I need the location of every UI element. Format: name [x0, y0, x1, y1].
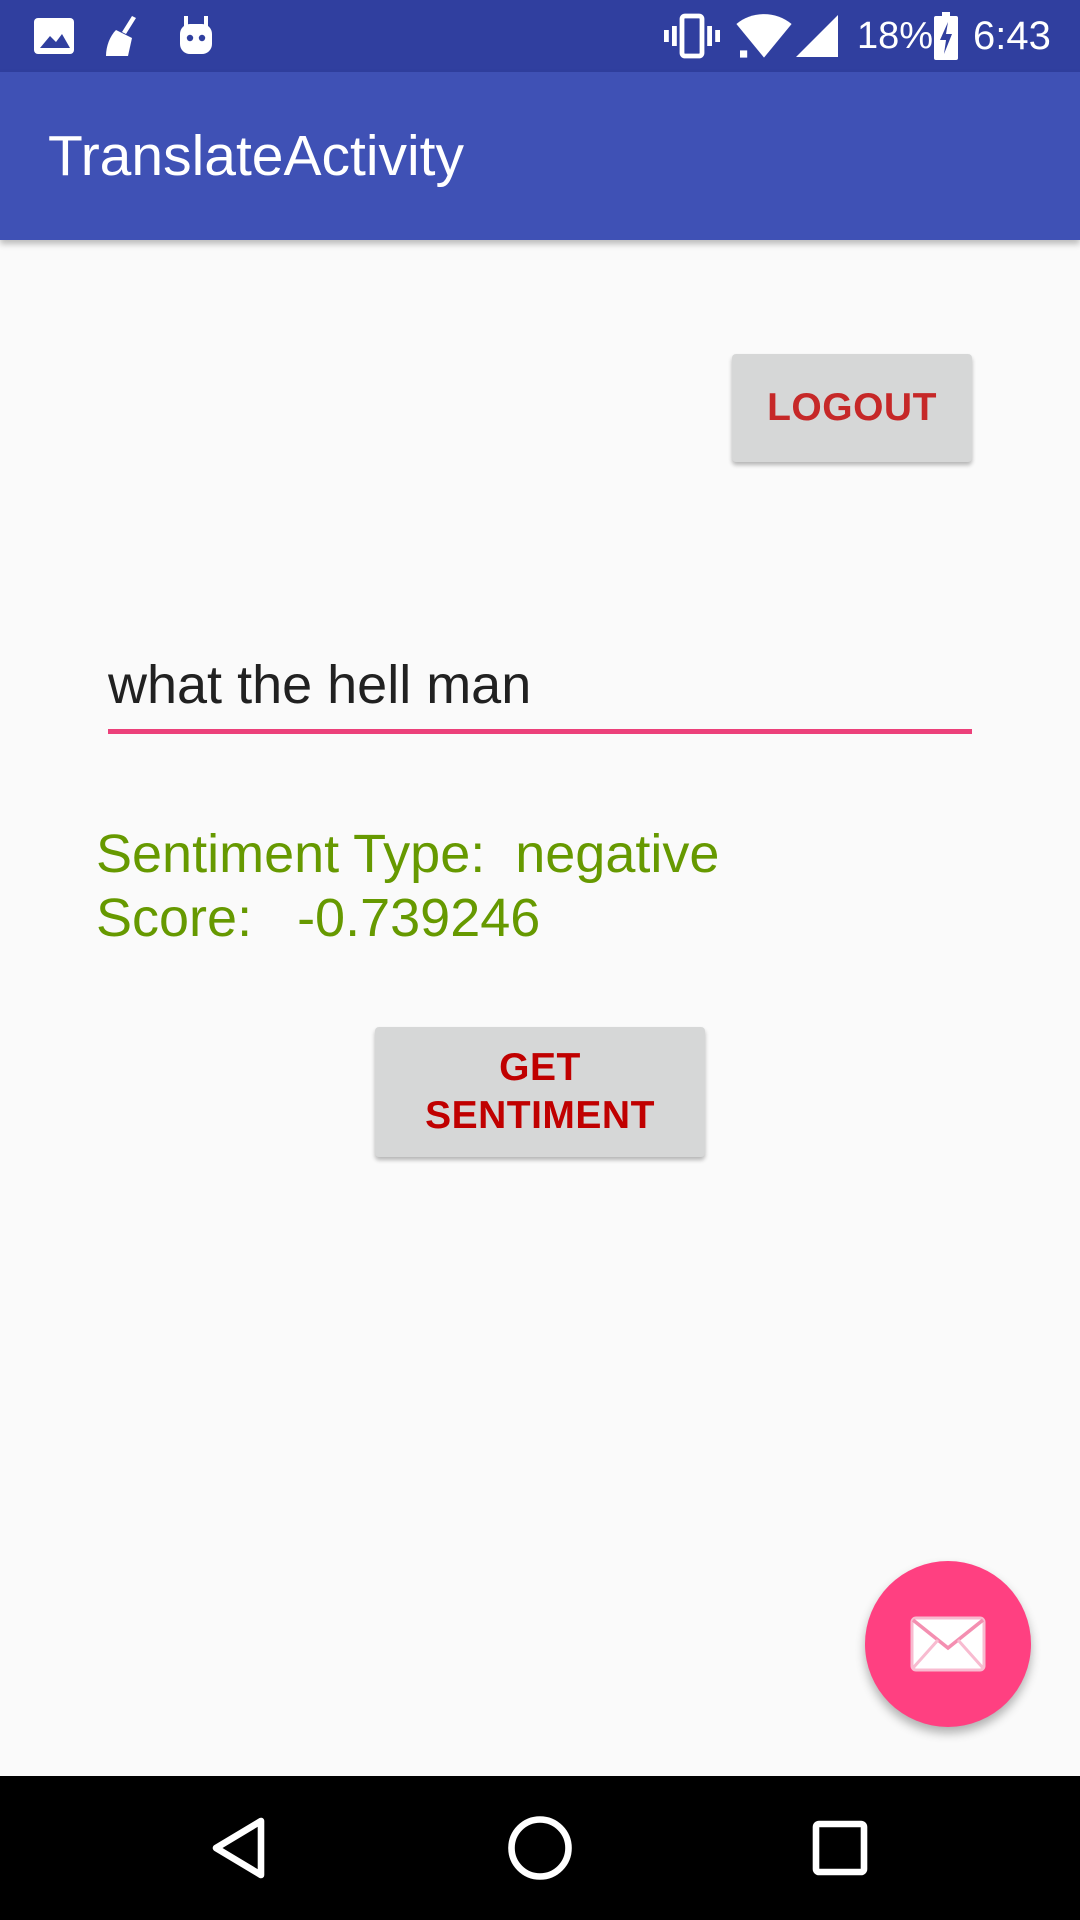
logout-button[interactable]: LOGOUT: [732, 354, 972, 462]
home-icon[interactable]: [504, 1812, 576, 1884]
page-title: TranslateActivity: [48, 124, 465, 188]
image-icon: [34, 18, 74, 54]
android-icon: [180, 16, 212, 54]
wifi-icon: [736, 14, 792, 58]
sentiment-type-text: Sentiment Type: negative: [96, 824, 720, 884]
mail-fab-button[interactable]: [865, 1561, 1031, 1727]
battery-percent: 18%: [857, 15, 934, 57]
signal-icon: [796, 15, 838, 57]
status-bar: 18% 6:43: [0, 0, 1080, 72]
sentiment-result: Sentiment Type: negative Score: -0.73924…: [96, 822, 719, 950]
get-sentiment-button[interactable]: GET SENTIMENT: [375, 1027, 705, 1157]
vibrate-icon: [664, 13, 720, 59]
navigation-bar: [0, 1776, 1080, 1920]
back-icon[interactable]: [204, 1812, 276, 1884]
app-bar: TranslateActivity: [0, 72, 1080, 240]
recents-icon[interactable]: [804, 1812, 876, 1884]
sentence-input[interactable]: [108, 640, 972, 730]
battery-charging-icon: [934, 12, 958, 60]
sentiment-score-text: Score: -0.739246: [96, 888, 541, 948]
broom-icon: [106, 16, 136, 56]
mail-icon: [910, 1616, 986, 1672]
clock: 6:43: [973, 14, 1051, 58]
input-underline: [108, 729, 972, 734]
